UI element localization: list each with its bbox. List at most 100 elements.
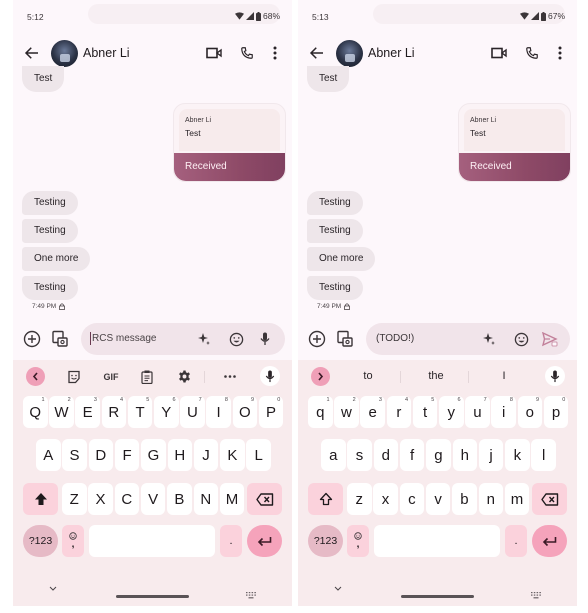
period-key[interactable]: . [505,525,527,557]
key-g[interactable]: G [141,439,166,471]
message-input[interactable]: RCS message [81,323,285,355]
suggestion-chip[interactable]: to [338,367,398,386]
toolbar-toggle-button[interactable] [311,367,330,386]
message-bubble[interactable]: One more [307,247,376,271]
enter-key[interactable] [247,525,282,557]
hide-keyboard-button[interactable] [334,584,342,593]
key-z[interactable]: Z [62,483,87,515]
hide-keyboard-button[interactable] [49,584,57,593]
back-button[interactable] [308,44,326,62]
settings-button[interactable] [175,367,193,386]
toolbar-toggle-button[interactable] [26,367,45,386]
key-h[interactable]: H [167,439,192,471]
key-k[interactable]: k [505,439,530,471]
key-r[interactable]: r4 [386,396,412,428]
voice-input-button[interactable] [545,366,565,386]
contact-name[interactable]: Abner Li [83,46,130,60]
attach-button[interactable] [308,330,326,348]
suggestion-chip[interactable]: the [406,367,466,386]
reply-card[interactable]: Abner Li Test Received [173,103,286,182]
key-q[interactable]: q1 [308,396,333,428]
key-q[interactable]: Q1 [23,396,48,428]
comma-emoji-key[interactable]: , [62,525,84,557]
key-t[interactable]: T5 [127,396,153,428]
sticker-button[interactable] [65,367,83,386]
key-e[interactable]: e3 [360,396,385,428]
message-bubble[interactable]: Testing [307,276,363,300]
key-l[interactable]: L [246,439,271,471]
key-x[interactable]: x [373,483,398,515]
suggestion-chip[interactable]: I [474,367,534,386]
key-j[interactable]: j [478,439,504,471]
symbols-key[interactable]: ?123 [308,525,343,557]
key-g[interactable]: g [426,439,451,471]
contact-name[interactable]: Abner Li [368,46,415,60]
home-gesture-handle[interactable] [401,595,474,598]
key-d[interactable]: d [373,439,399,471]
key-m[interactable]: m [504,483,530,515]
key-e[interactable]: E3 [75,396,100,428]
key-u[interactable]: U7 [180,396,205,428]
key-h[interactable]: h [452,439,477,471]
phone-call-button[interactable] [238,44,256,62]
enter-key[interactable] [532,525,567,557]
emoji-button[interactable] [227,330,245,348]
message-bubble[interactable]: Testing [307,191,363,215]
key-i[interactable]: I8 [206,396,231,428]
home-gesture-handle[interactable] [116,595,189,598]
clipboard-button[interactable] [138,367,156,386]
key-p[interactable]: p0 [543,396,569,428]
more-options-button[interactable] [266,44,284,62]
magic-compose-button[interactable] [480,330,498,348]
attach-button[interactable] [23,330,41,348]
shift-key[interactable] [308,483,343,515]
message-bubble[interactable]: One more [22,247,91,271]
voice-input-button[interactable] [260,366,280,386]
contact-avatar[interactable] [336,40,363,67]
key-y[interactable]: y6 [439,396,464,428]
key-r[interactable]: R4 [101,396,127,428]
key-m[interactable]: M [219,483,245,515]
message-bubble[interactable]: Testing [22,219,78,243]
key-z[interactable]: z [347,483,372,515]
key-j[interactable]: J [193,439,219,471]
key-a[interactable]: A [36,439,61,471]
backspace-key[interactable] [247,483,282,515]
message-bubble[interactable]: Testing [307,219,363,243]
key-n[interactable]: N [193,483,218,515]
keyboard-switch-button[interactable] [531,586,541,604]
key-k[interactable]: K [220,439,245,471]
keyboard-switch-button[interactable] [246,586,256,604]
shift-key[interactable] [23,483,58,515]
back-button[interactable] [23,44,41,62]
key-o[interactable]: O9 [232,396,258,428]
backspace-key[interactable] [532,483,567,515]
key-s[interactable]: S [62,439,87,471]
key-w[interactable]: W2 [49,396,74,428]
key-n[interactable]: n [478,483,503,515]
gif-button[interactable]: GIF [97,367,125,386]
message-bubble-partial[interactable]: Test [307,66,350,92]
more-tools-button[interactable] [221,367,239,386]
phone-call-button[interactable] [523,44,541,62]
key-x[interactable]: X [88,483,113,515]
key-b[interactable]: B [167,483,192,515]
key-l[interactable]: l [531,439,556,471]
key-y[interactable]: Y6 [154,396,179,428]
key-o[interactable]: o9 [517,396,543,428]
key-s[interactable]: s [347,439,372,471]
comma-emoji-key[interactable]: , [347,525,369,557]
key-c[interactable]: c [399,483,425,515]
key-u[interactable]: u7 [465,396,490,428]
message-bubble-partial[interactable]: Test [22,66,65,92]
key-b[interactable]: b [452,483,477,515]
period-key[interactable]: . [220,525,242,557]
message-bubble[interactable]: Testing [22,276,78,300]
video-call-button[interactable] [205,44,223,62]
more-options-button[interactable] [551,44,569,62]
space-bar[interactable] [374,525,500,557]
reply-card[interactable]: Abner Li Test Received [458,103,571,182]
video-call-button[interactable] [490,44,508,62]
key-t[interactable]: t5 [412,396,438,428]
send-or-voice-button[interactable] [256,330,274,348]
